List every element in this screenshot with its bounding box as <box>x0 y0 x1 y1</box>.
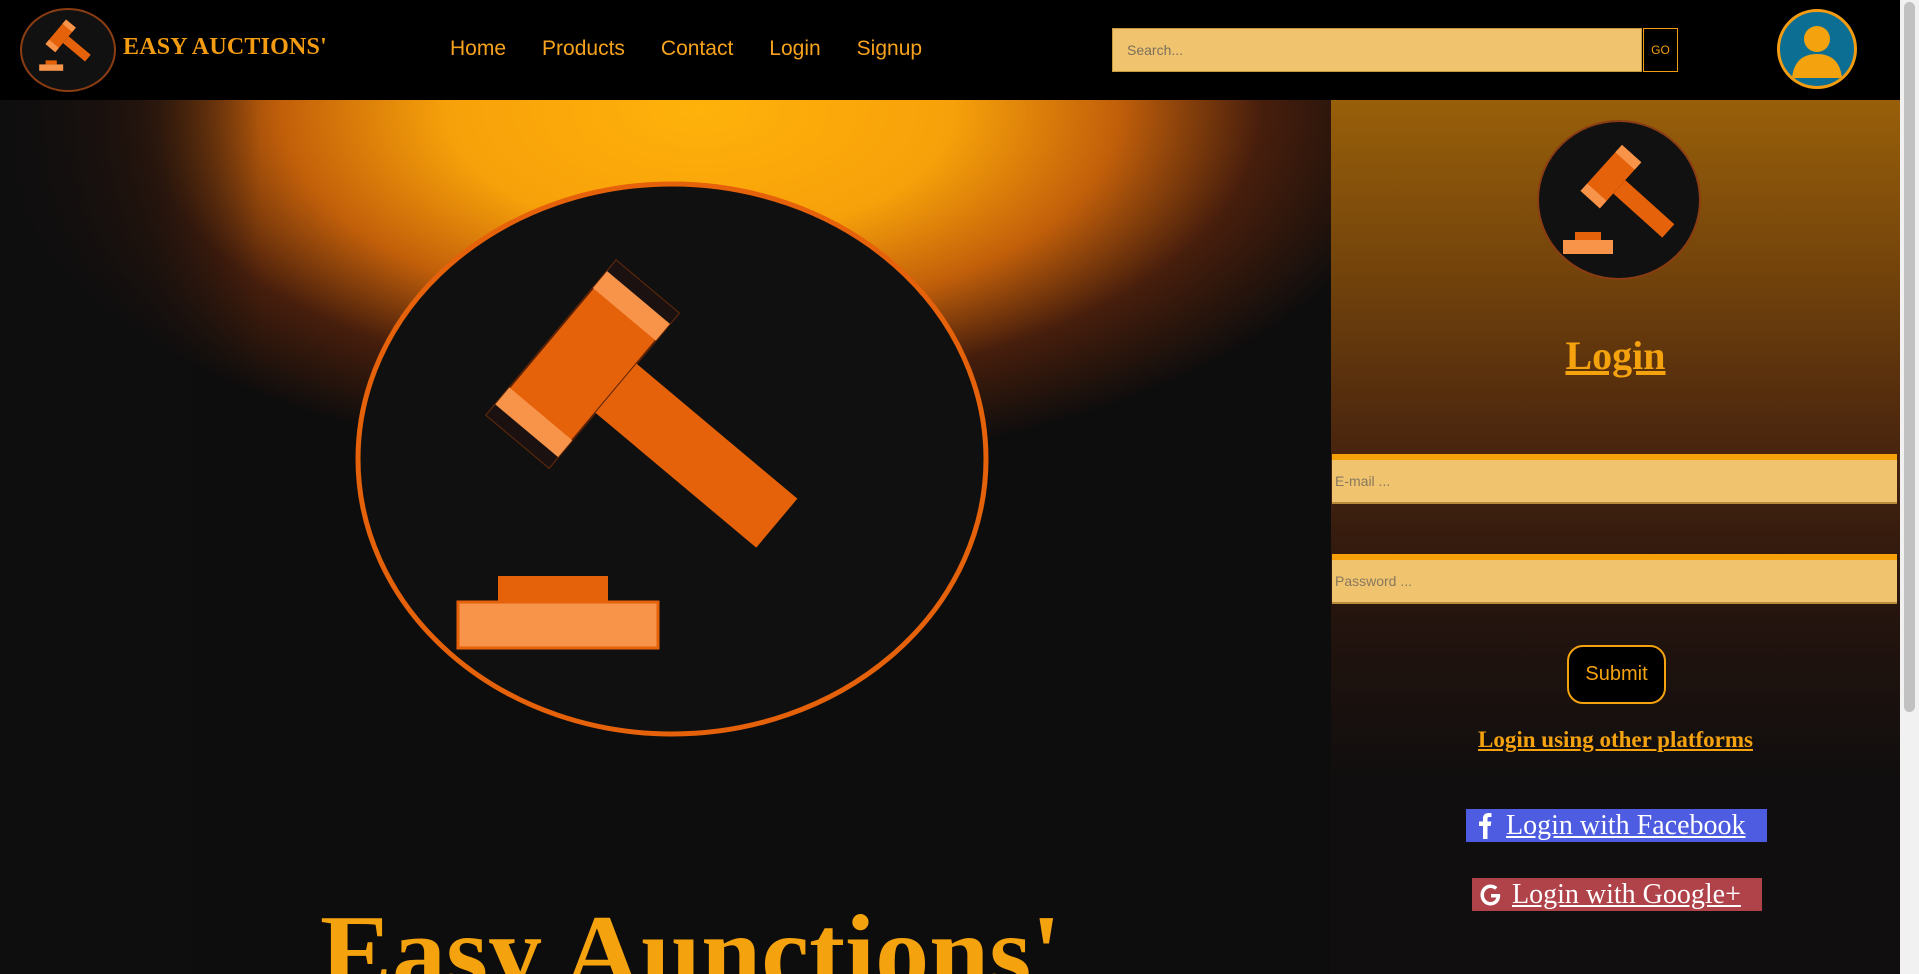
avatar[interactable] <box>1777 9 1857 89</box>
google-icon <box>1480 884 1501 906</box>
user-icon <box>1792 26 1842 78</box>
google-login-label: Login with Google+ <box>1512 878 1741 910</box>
facebook-login-button[interactable]: Login with Facebook <box>1466 809 1767 842</box>
facebook-icon <box>1479 813 1492 839</box>
brand-name[interactable]: EASY AUCTIONS' <box>123 34 327 61</box>
gavel-icon <box>1563 144 1675 254</box>
login-title: Login <box>1565 333 1666 378</box>
login-panel: Login Submit Login using other platforms… <box>1331 100 1900 974</box>
nav-link-contact[interactable]: Contact <box>661 37 733 61</box>
nav-link-products[interactable]: Products <box>542 37 625 61</box>
page-scrollbar[interactable] <box>1900 0 1919 974</box>
panel-logo <box>1537 120 1701 280</box>
nav-link-home[interactable]: Home <box>450 37 506 61</box>
nav-link-signup[interactable]: Signup <box>857 37 922 61</box>
password-field[interactable] <box>1332 554 1897 604</box>
gavel-icon <box>355 181 989 737</box>
hero-section: Easy Aunctions' <box>0 100 1331 974</box>
search-input[interactable] <box>1112 28 1642 72</box>
submit-button[interactable]: Submit <box>1567 645 1666 704</box>
nav-link-login[interactable]: Login <box>769 37 820 61</box>
gavel-icon <box>39 19 91 71</box>
email-field[interactable] <box>1332 454 1897 504</box>
google-login-button[interactable]: Login with Google+ <box>1472 878 1762 911</box>
scrollbar-thumb[interactable] <box>1904 2 1915 712</box>
facebook-login-label: Login with Facebook <box>1506 809 1746 841</box>
hero-shade <box>0 100 260 974</box>
hero-title: Easy Aunctions' <box>320 894 1062 974</box>
nav-menu: Home Products Contact Login Signup <box>450 37 958 61</box>
brand-logo[interactable] <box>20 8 116 92</box>
search-go-button[interactable]: GO <box>1643 28 1678 72</box>
other-platforms-link[interactable]: Login using other platforms <box>1331 727 1900 753</box>
navbar: EASY AUCTIONS' Home Products Contact Log… <box>0 0 1900 100</box>
